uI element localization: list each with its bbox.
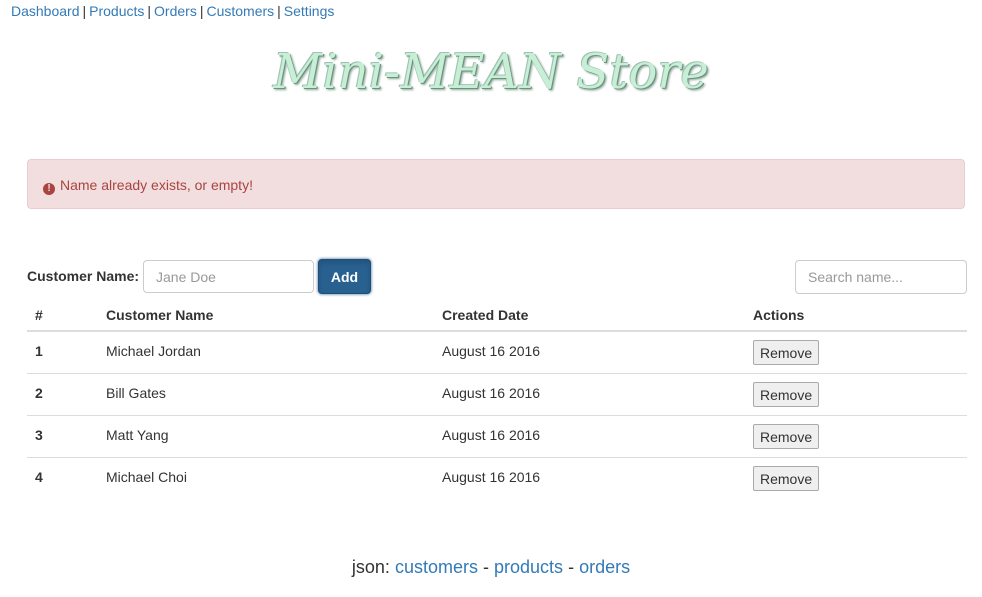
nav-link-dashboard[interactable]: Dashboard [11, 3, 80, 19]
exclamation-circle-icon: ! [43, 183, 55, 195]
nav-link-orders[interactable]: Orders [154, 3, 197, 19]
table-row: 4 Michael Choi August 16 2016 Remove [27, 457, 967, 499]
customer-name: Matt Yang [106, 426, 169, 443]
header-actions: Actions [745, 299, 967, 332]
nav-separator: | [82, 3, 87, 19]
table-row: 2 Bill Gates August 16 2016 Remove [27, 373, 967, 416]
header-customer-name: Customer Name [98, 299, 434, 332]
nav-link-settings[interactable]: Settings [284, 3, 335, 19]
json-link-products[interactable]: products [494, 557, 563, 577]
table-header-row: # Customer Name Created Date Actions [27, 299, 967, 332]
customer-name-label: Customer Name: [27, 268, 140, 284]
top-nav: Dashboard | Products | Orders | Customers | Sett… [11, 3, 334, 19]
remove-button[interactable]: Remove [753, 424, 820, 449]
header-created-date: Created Date [434, 299, 745, 332]
nav-separator: | [199, 3, 204, 19]
search-name-input[interactable] [795, 260, 967, 294]
table-row: 3 Matt Yang August 16 2016 Remove [27, 415, 967, 458]
footer-separator: - [482, 557, 489, 577]
created-date: August 16 2016 [442, 384, 541, 401]
customer-name: Michael Jordan [106, 342, 201, 359]
footer-prefix: json: [351, 557, 390, 577]
alert-message: Name already exists, or empty! [60, 177, 253, 193]
error-alert: ! Name already exists, or empty! [27, 159, 965, 209]
customer-name: Michael Choi [106, 468, 187, 485]
nav-separator: | [147, 3, 152, 19]
store-logo-title: Mini-MEAN Store [273, 44, 709, 100]
nav-link-products[interactable]: Products [89, 3, 144, 19]
json-link-customers[interactable]: customers [395, 557, 478, 577]
row-number: 2 [35, 384, 43, 401]
customer-name: Bill Gates [106, 384, 166, 401]
header-number: # [27, 299, 98, 332]
remove-button[interactable]: Remove [753, 382, 820, 407]
remove-button[interactable]: Remove [753, 466, 820, 491]
footer-separator: - [568, 557, 575, 577]
created-date: August 16 2016 [442, 468, 541, 485]
add-customer-button[interactable]: Add [318, 259, 371, 294]
json-link-orders[interactable]: orders [579, 557, 630, 577]
table-row: 1 Michael Jordan August 16 2016 Remove [27, 331, 967, 374]
row-number: 3 [35, 426, 43, 443]
remove-button[interactable]: Remove [753, 340, 820, 365]
row-number: 4 [35, 468, 43, 485]
customers-table: # Customer Name Created Date Actions 1 M… [27, 299, 967, 499]
nav-separator: | [277, 3, 281, 19]
json-footer: json: customers - products - orders [0, 557, 982, 578]
created-date: August 16 2016 [442, 342, 541, 359]
row-number: 1 [35, 342, 43, 359]
customer-name-input[interactable] [143, 260, 314, 293]
nav-link-customers[interactable]: Customers [206, 3, 274, 19]
created-date: August 16 2016 [442, 426, 541, 443]
